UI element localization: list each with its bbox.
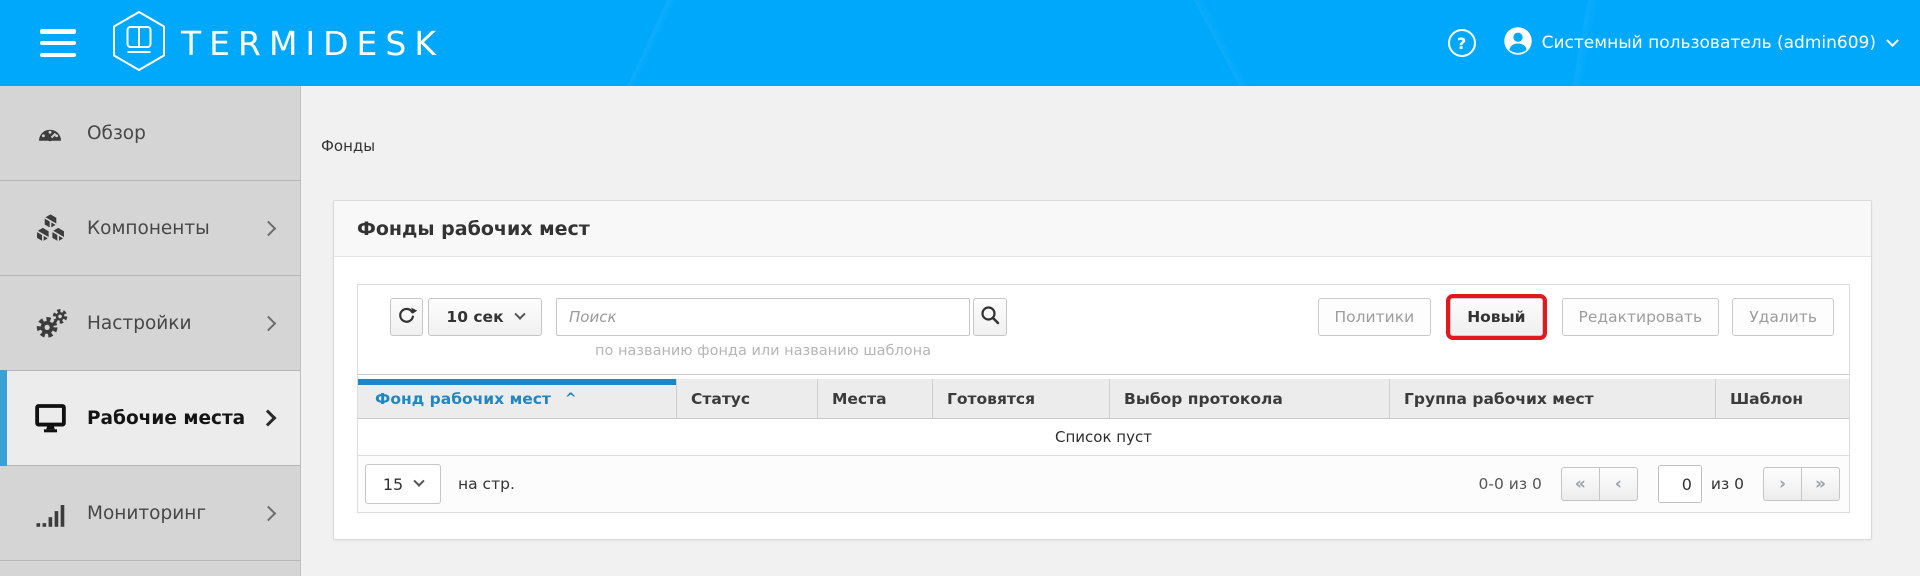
sidebar-item-label: Мониторинг [87,503,206,524]
sidebar-item-monitoring[interactable]: Мониторинг [0,466,300,561]
grid-footer: 15 на стр. 0-0 из 0 « ‹ [358,455,1849,512]
logo-hexagon-icon [110,10,168,76]
monitoring-icon [34,499,74,528]
page-size-value: 15 [383,475,403,494]
user-menu[interactable]: Системный пользователь (admin609) [1503,26,1897,60]
sidebar-item-settings[interactable]: Настройки [0,276,300,371]
column-header-seats[interactable]: Места [818,379,933,418]
action-button-new[interactable]: Новый [1450,298,1542,336]
page-number-input[interactable] [1658,465,1702,503]
column-label: Шаблон [1730,390,1803,408]
panel-header: Фонды рабочих мест [334,201,1871,257]
column-label: Места [832,390,887,408]
chevron-down-icon [1886,34,1899,47]
help-button[interactable]: ? [1448,29,1476,57]
column-header-protocol[interactable]: Выбор протокола [1110,379,1390,418]
search-icon [979,304,1001,330]
user-avatar-icon [1503,26,1533,60]
page-size-select[interactable]: 15 [365,464,441,504]
column-label: Готовятся [947,390,1035,408]
sidebar-item-label: Настройки [87,313,191,334]
sidebar-item-workplaces[interactable]: Рабочие места [0,371,300,466]
chevron-right-icon [261,315,277,331]
action-buttons: Политики Новый Редактировать Удалить [1318,298,1834,336]
last-page-button[interactable]: » [1801,467,1840,501]
action-button-delete[interactable]: Удалить [1732,298,1834,336]
grid-widget: 10 сек по названию фонда или названию ша… [357,284,1850,513]
chevron-left-icon: ‹ [1615,474,1622,494]
column-header-pool[interactable]: Фонд рабочих мест ^ [358,379,677,418]
search-input[interactable] [556,298,970,336]
search-button[interactable] [973,298,1007,336]
action-button-edit[interactable]: Редактировать [1562,298,1720,336]
components-icon [34,213,74,244]
chevron-right-icon: › [1779,474,1786,494]
action-button-policies[interactable]: Политики [1318,298,1432,336]
table-empty-row: Список пуст [358,419,1849,454]
main-area: Фонды Фонды рабочих мест [301,86,1920,576]
first-page-button[interactable]: « [1561,467,1600,501]
workplaces-icon [34,403,74,433]
column-label: Группа рабочих мест [1404,390,1594,408]
prev-page-button[interactable]: ‹ [1599,467,1638,501]
menu-toggle-button[interactable] [40,29,76,57]
column-label: Фонд рабочих мест [375,390,551,408]
sidebar-item-label: Компоненты [87,218,210,239]
per-page-label: на стр. [458,456,515,512]
breadcrumb: Фонды [321,137,375,155]
sidebar-item-overview[interactable]: Обзор [0,86,300,181]
double-chevron-right-icon: » [1815,474,1826,494]
refresh-button[interactable] [390,298,423,336]
column-header-preparing[interactable]: Готовятся [933,379,1110,418]
settings-icon [34,308,74,339]
chevron-down-icon [414,476,425,487]
pools-panel: Фонды рабочих мест 10 сек [333,200,1872,540]
chevron-right-icon [261,505,277,521]
pools-table: Фонд рабочих мест ^ Статус Места Готовятся Вы… [358,374,1849,454]
brand-text: TERMIDESK [181,24,444,63]
column-label: Статус [691,390,750,408]
panel-title: Фонды рабочих мест [357,218,590,240]
double-chevron-left-icon: « [1575,474,1586,494]
top-bar: TERMIDESK ? Системный пользователь (admi… [0,0,1920,86]
column-header-template[interactable]: Шаблон [1716,379,1849,418]
sidebar: Обзор Компоненты Настройки Рабочие места Мон… [0,86,301,576]
column-header-group[interactable]: Группа рабочих мест [1390,379,1716,418]
user-name: Системный пользователь (admin609) [1542,33,1876,53]
sort-ascending-icon: ^ [565,391,577,407]
termidesk-logo: TERMIDESK [110,10,444,76]
dashboard-icon [34,122,74,144]
refresh-interval-value: 10 сек [446,308,503,326]
next-page-button[interactable]: › [1763,467,1802,501]
chevron-right-icon [261,220,277,236]
sidebar-item-components[interactable]: Компоненты [0,181,300,276]
question-icon: ? [1457,34,1466,53]
pagination: 0-0 из 0 « ‹ из 0 [1479,465,1849,503]
total-pages-label: из 0 [1711,475,1744,493]
column-label: Выбор протокола [1124,390,1283,408]
sidebar-item-label: Рабочие места [87,408,245,429]
chevron-right-icon [260,410,277,427]
range-text: 0-0 из 0 [1479,475,1542,493]
search-hint: по названию фонда или названию шаблона [556,343,970,359]
chevron-down-icon [514,309,525,320]
column-header-status[interactable]: Статус [677,379,818,418]
empty-list-text: Список пуст [1055,428,1152,446]
sidebar-item-label: Обзор [87,123,146,144]
refresh-icon [396,305,417,330]
refresh-interval-select[interactable]: 10 сек [428,298,542,336]
table-header-row: Фонд рабочих мест ^ Статус Места Готовятся Вы… [358,379,1849,419]
